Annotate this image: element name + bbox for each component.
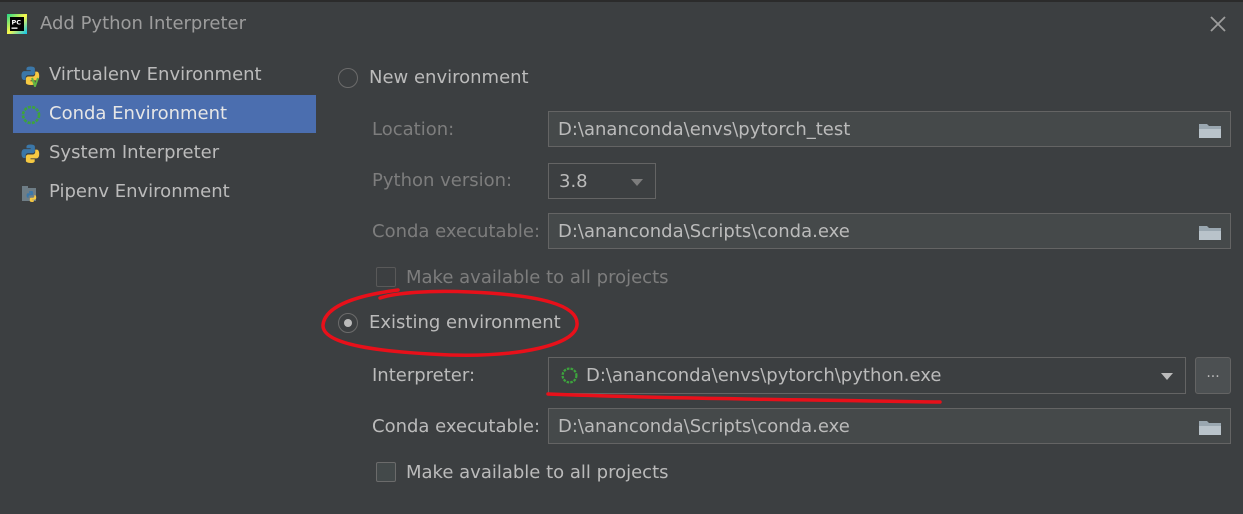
existing-environment-label: Existing environment — [369, 312, 561, 333]
browse-interpreter-button[interactable]: ... — [1195, 357, 1231, 394]
folder-icon[interactable] — [1198, 418, 1222, 436]
sidebar-item-label: Conda Environment — [49, 103, 228, 124]
folder-icon[interactable] — [1198, 121, 1222, 139]
make-available-label: Make available to all projects — [406, 267, 669, 288]
conda-executable-field-existing[interactable]: D:\ananconda\Scripts\conda.exe — [548, 408, 1231, 444]
close-icon[interactable] — [1206, 12, 1230, 36]
annotation-underline — [546, 392, 942, 404]
interpreter-dropdown[interactable]: D:\ananconda\envs\pytorch\python.exe — [548, 357, 1186, 394]
conda-executable-value: D:\ananconda\Scripts\conda.exe — [558, 221, 850, 242]
folder-icon[interactable] — [1198, 223, 1222, 241]
chevron-down-icon — [1161, 373, 1173, 380]
location-field[interactable]: D:\ananconda\envs\pytorch_test — [548, 111, 1231, 147]
svg-text:PC: PC — [12, 19, 22, 27]
sidebar-item-pipenv[interactable]: Pipenv Environment — [13, 173, 316, 211]
python-version-label: Python version: — [372, 170, 513, 191]
sidebar-item-conda[interactable]: Conda Environment — [13, 95, 316, 133]
pycharm-logo-icon: PC — [7, 14, 27, 34]
python-version-value: 3.8 — [559, 171, 588, 192]
make-available-checkbox[interactable] — [376, 267, 396, 287]
location-label: Location: — [372, 119, 455, 140]
pipenv-icon — [22, 186, 37, 202]
conda-executable-field[interactable]: D:\ananconda\Scripts\conda.exe — [548, 213, 1231, 249]
conda-icon — [561, 367, 578, 384]
dialog-title: Add Python Interpreter — [40, 13, 246, 34]
virtualenv-icon — [21, 66, 40, 87]
conda-icon — [21, 105, 41, 125]
existing-environment-radio[interactable] — [338, 313, 358, 333]
python-icon — [21, 144, 40, 163]
conda-executable-value: D:\ananconda\Scripts\conda.exe — [558, 416, 850, 437]
sidebar-item-label: System Interpreter — [49, 142, 220, 163]
interpreter-value: D:\ananconda\envs\pytorch\python.exe — [586, 365, 942, 386]
new-environment-label: New environment — [369, 67, 529, 88]
python-version-dropdown[interactable]: 3.8 — [548, 163, 656, 199]
make-available-label-existing: Make available to all projects — [406, 462, 669, 483]
title-bar: PC Add Python Interpreter — [0, 2, 1243, 46]
make-available-checkbox-existing[interactable] — [376, 462, 396, 482]
sidebar-item-system[interactable]: System Interpreter — [13, 134, 316, 172]
sidebar-item-label: Pipenv Environment — [49, 181, 230, 202]
conda-executable-label-existing: Conda executable: — [372, 416, 541, 437]
interpreter-label: Interpreter: — [372, 365, 476, 386]
location-value: D:\ananconda\envs\pytorch_test — [558, 119, 851, 140]
new-environment-radio[interactable] — [338, 68, 358, 88]
sidebar-item-virtualenv[interactable]: Virtualenv Environment — [13, 56, 316, 94]
conda-executable-label: Conda executable: — [372, 221, 541, 242]
sidebar-item-label: Virtualenv Environment — [49, 64, 262, 85]
chevron-down-icon — [631, 179, 643, 186]
